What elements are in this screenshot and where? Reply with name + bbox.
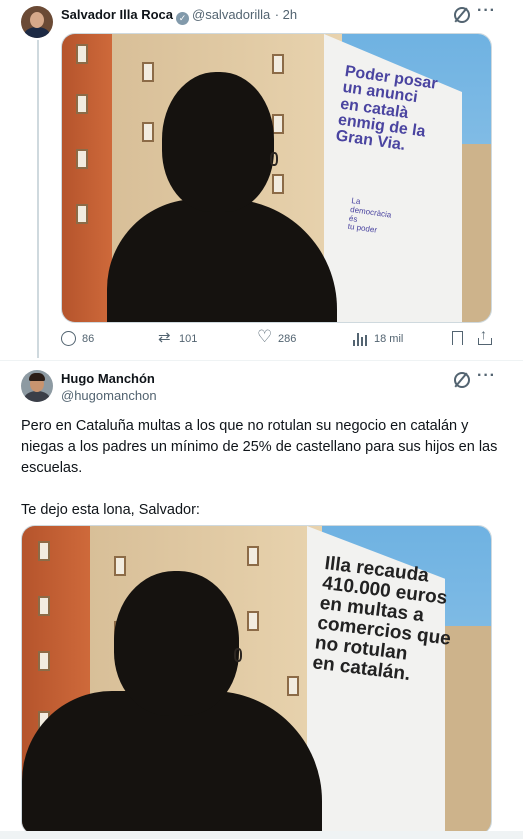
timestamp[interactable]: · 2h xyxy=(275,7,297,22)
reply-icon xyxy=(61,331,76,346)
tweet-actions: 86 101 286 18 mil xyxy=(61,326,492,351)
views-icon xyxy=(353,331,368,346)
avatar[interactable] xyxy=(21,370,53,402)
share-icon xyxy=(477,326,492,346)
avatar[interactable] xyxy=(21,6,53,38)
like-count: 286 xyxy=(278,332,297,345)
verified-badge-icon: ✓ xyxy=(176,12,189,25)
like-icon xyxy=(257,327,272,347)
repost-button[interactable]: 101 xyxy=(158,328,198,346)
author-handle[interactable]: @salvadorilla xyxy=(192,7,270,22)
repost-icon xyxy=(158,328,173,346)
grok-icon[interactable] xyxy=(454,7,470,23)
tweet-text: Pero en Cataluña multas a los que no rot… xyxy=(21,418,498,518)
tweet-header: Salvador Illa Roca ✓ @salvadorilla · 2h xyxy=(61,6,297,25)
thread-line xyxy=(37,40,39,358)
tweet-salvador[interactable]: Salvador Illa Roca ✓ @salvadorilla · 2h ··… xyxy=(0,0,523,358)
bookmark-icon xyxy=(452,331,463,345)
views-button[interactable]: 18 mil xyxy=(353,331,403,346)
author-name[interactable]: Hugo Manchón xyxy=(61,371,155,386)
grok-icon[interactable] xyxy=(454,372,470,388)
author-handle[interactable]: @hugomanchon xyxy=(61,388,157,403)
reply-button[interactable]: 86 xyxy=(61,331,94,346)
tweet-image[interactable]: Illa recauda 410.000 euros en multas a c… xyxy=(21,525,492,835)
author-name[interactable]: Salvador Illa Roca xyxy=(61,7,173,22)
bookmark-button[interactable] xyxy=(452,331,469,345)
views-count: 18 mil xyxy=(374,332,404,345)
banner-footer: La democràcia és tu poder xyxy=(347,196,392,236)
tweet-hugo[interactable]: Hugo Manchón @hugomanchon ··· Pero en Ca… xyxy=(0,360,523,839)
share-button[interactable] xyxy=(477,326,498,346)
like-button[interactable]: 286 xyxy=(257,327,297,347)
tweet-image[interactable]: Poder posar un anunci en català enmig de… xyxy=(61,33,492,323)
scroll-bottom-edge xyxy=(0,831,523,839)
repost-count: 101 xyxy=(179,332,198,345)
more-icon[interactable]: ··· xyxy=(477,2,496,20)
banner-text: Illa recauda 410.000 euros en multas a c… xyxy=(311,553,452,685)
more-icon[interactable]: ··· xyxy=(477,367,496,385)
banner-text: Poder posar un anunci en català enmig de… xyxy=(334,63,439,155)
reply-count: 86 xyxy=(82,332,95,345)
